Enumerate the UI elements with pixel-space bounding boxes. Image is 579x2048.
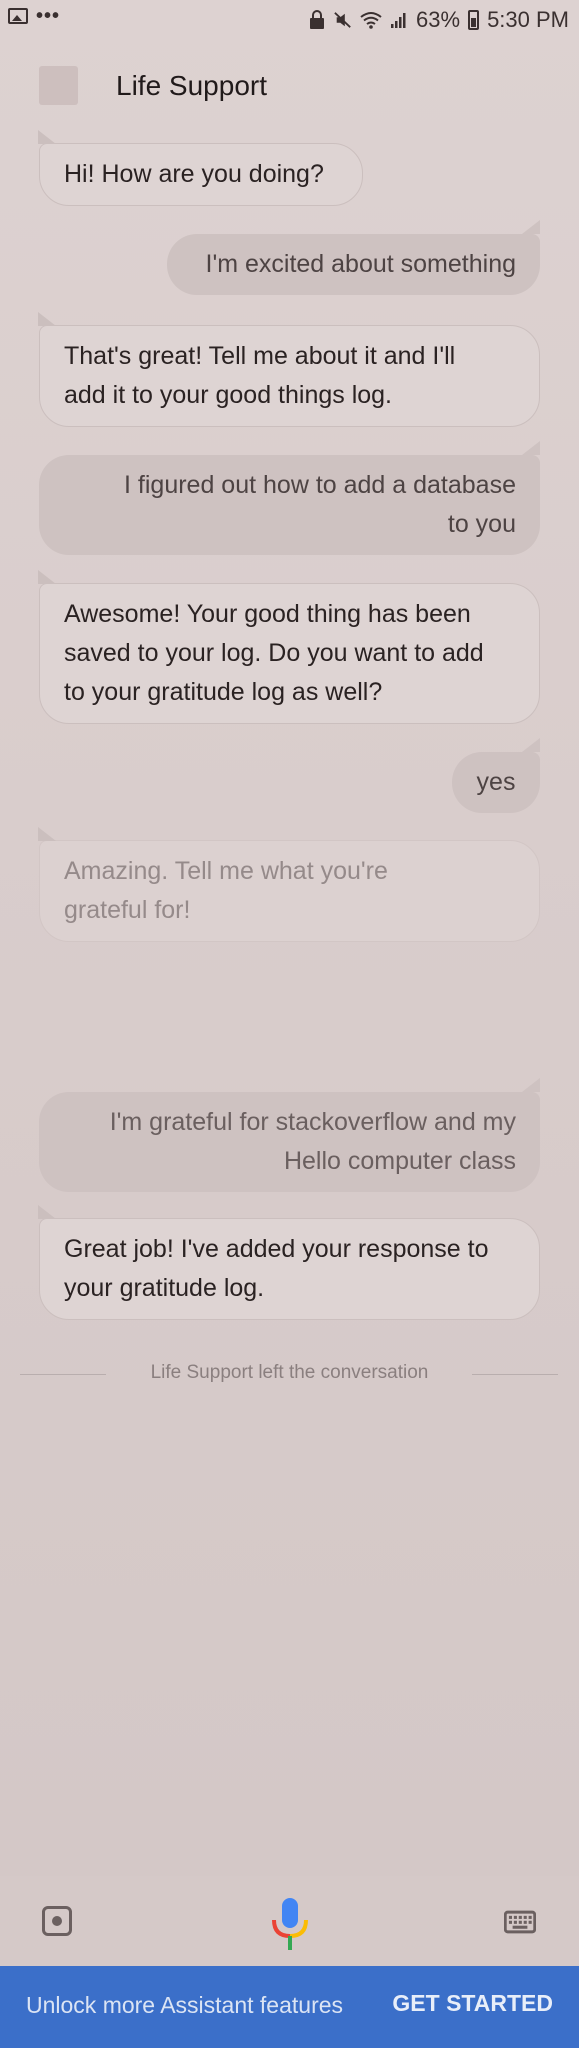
avatar[interactable]: [39, 66, 78, 105]
bot-message: Awesome! Your good thing has been saved …: [38, 570, 540, 724]
bot-message: Hi! How are you doing?: [38, 130, 363, 206]
status-left: •••: [8, 5, 61, 27]
message-line: Awesome! Your good thing has been: [64, 600, 471, 628]
wifi-icon: [360, 12, 382, 29]
input-toolbar: [0, 1876, 579, 1966]
bot-message: Great job! I've added your response to y…: [38, 1205, 540, 1320]
banner-text: Unlock more Assistant features: [26, 1992, 344, 2018]
more-dots-icon: •••: [36, 5, 61, 27]
message-line: Amazing. Tell me what you're: [64, 857, 388, 885]
message-line: I'm grateful for stackoverflow and my: [109, 1108, 516, 1136]
mic-icon[interactable]: [270, 1896, 310, 1952]
assistant-screen: ••• 63% 5:30 PM Life Support Hi! How are…: [0, 0, 579, 2048]
message-line: grateful for!: [64, 896, 191, 924]
signal-icon: [391, 13, 406, 28]
message-line: your gratitude log.: [64, 1274, 265, 1302]
message-line: Hello computer class: [283, 1147, 516, 1175]
message-text: Hi! How are you doing?: [64, 160, 324, 188]
divider-text: Life Support left the conversation: [150, 1362, 429, 1383]
message-line: Great job! I've added your response to: [64, 1235, 489, 1263]
clock: 5:30 PM: [487, 7, 569, 32]
conversation-header: Life Support: [0, 58, 579, 116]
mute-icon: [334, 12, 351, 28]
keyboard-icon[interactable]: [504, 1910, 536, 1934]
message-line: to you: [447, 510, 516, 538]
get-started-button[interactable]: GET STARTED: [392, 1990, 553, 2017]
message-line: That's great! Tell me about it and I'll: [64, 342, 456, 370]
battery-icon: [468, 10, 480, 30]
lock-icon: [310, 10, 325, 29]
message-line: to your gratitude log as well?: [64, 678, 383, 706]
message-line: saved to your log. Do you want to add: [64, 639, 484, 667]
user-message: yes: [452, 738, 540, 813]
lens-icon[interactable]: [42, 1906, 72, 1936]
user-message: I'm excited about something: [167, 220, 540, 295]
divider-line: [472, 1374, 558, 1375]
bot-message: That's great! Tell me about it and I'll …: [38, 312, 540, 427]
bot-message: Amazing. Tell me what you're grateful fo…: [38, 827, 540, 942]
message-text: yes: [476, 768, 516, 796]
page-title: Life Support: [116, 70, 267, 101]
status-right: 63% 5:30 PM: [308, 7, 569, 33]
image-icon: [8, 8, 28, 24]
user-message: I'm grateful for stackoverflow and my He…: [39, 1078, 540, 1192]
message-line: I figured out how to add a database: [124, 471, 516, 499]
user-message: I figured out how to add a database to y…: [39, 441, 540, 555]
message-text: I'm excited about something: [205, 250, 517, 278]
battery-percent: 63%: [416, 7, 461, 32]
message-line: add it to your good things log.: [64, 381, 393, 409]
conversation-ended-divider: Life Support left the conversation: [0, 1362, 579, 1396]
upsell-banner: Unlock more Assistant features GET START…: [0, 1966, 579, 2048]
status-bar: ••• 63% 5:30 PM: [0, 0, 579, 40]
